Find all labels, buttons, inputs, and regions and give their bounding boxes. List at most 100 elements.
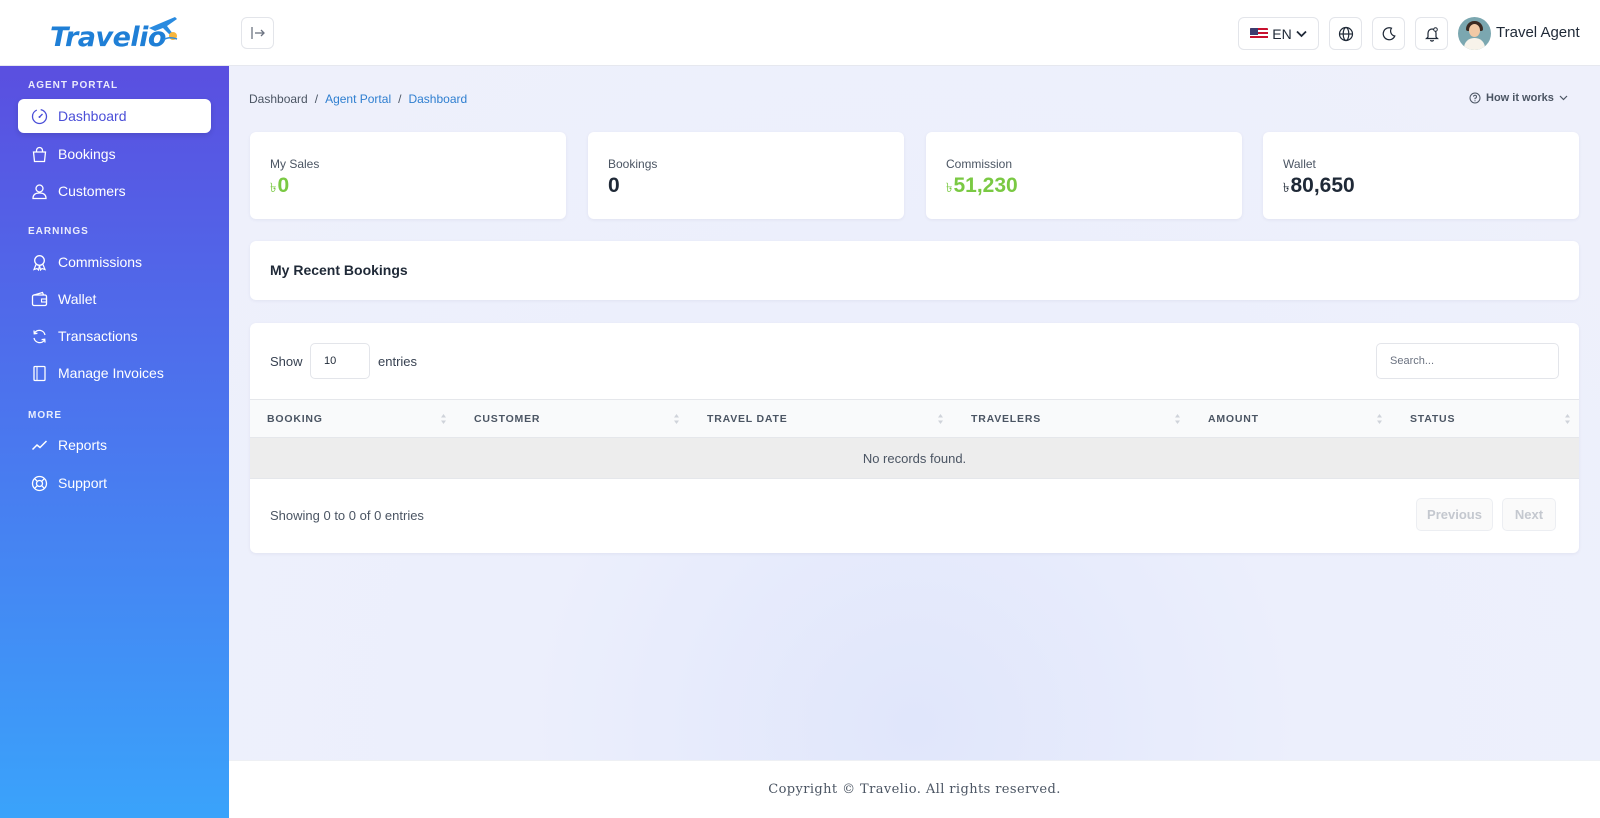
invoice-icon	[33, 365, 46, 381]
stat-card-bookings: Bookings 0	[588, 132, 904, 219]
currency-symbol: ৳	[946, 180, 953, 195]
column-header-travel-date[interactable]: TRAVEL DATE	[707, 400, 788, 437]
sidebar-item-label: Dashboard	[58, 108, 127, 124]
sidebar-item-label: Reports	[58, 437, 108, 453]
language-selector[interactable]: EN	[1238, 17, 1319, 50]
sort-icon[interactable]	[1376, 413, 1383, 425]
shopping-bag-icon	[32, 146, 47, 162]
column-header-booking[interactable]: BOOKING	[267, 400, 323, 437]
sidebar-item-dashboard[interactable]: Dashboard	[18, 99, 211, 133]
recent-bookings-title: My Recent Bookings	[270, 262, 408, 278]
sidebar-item-label: Support	[58, 475, 108, 491]
sort-icon[interactable]	[1174, 413, 1181, 425]
sidebar-section-agent-portal: AGENT PORTAL	[28, 80, 119, 91]
sort-icon[interactable]	[937, 413, 944, 425]
breadcrumb-separator: /	[314, 92, 319, 106]
breadcrumb-item-dashboard[interactable]: Dashboard	[249, 92, 308, 106]
globe-icon	[1338, 26, 1353, 41]
speedometer-icon	[31, 108, 48, 124]
sidebar-collapse-icon	[250, 27, 265, 39]
notifications-button[interactable]	[1415, 17, 1448, 50]
copyright-text: Copyright © Travelio. All rights reserve…	[768, 782, 1061, 797]
how-it-works-toggle[interactable]: How it works	[1469, 92, 1568, 104]
stat-value: ৳ 0	[270, 174, 289, 200]
stat-number: 0	[608, 174, 620, 197]
sidebar-item-label: Transactions	[58, 328, 138, 344]
bell-icon	[1424, 26, 1439, 42]
stat-value: ৳ 80,650	[1283, 174, 1355, 200]
top-header: Travelio EN Travel Agent	[0, 0, 1600, 66]
how-it-works-label: How it works	[1486, 92, 1554, 104]
column-header-amount[interactable]: AMOUNT	[1208, 400, 1259, 437]
stat-number: 0	[277, 174, 290, 197]
breadcrumb-item-current[interactable]: Dashboard	[408, 92, 467, 106]
previous-page-button[interactable]: Previous	[1416, 498, 1493, 531]
sort-icon[interactable]	[673, 413, 680, 425]
help-circle-icon	[1469, 92, 1481, 104]
user-name[interactable]: Travel Agent	[1496, 24, 1580, 41]
sidebar-item-label: Commissions	[58, 254, 143, 270]
sidebar-item-wallet[interactable]: Wallet	[18, 282, 211, 316]
stat-value: ৳ 51,230	[946, 174, 1018, 200]
stat-card-commission: Commission ৳ 51,230	[926, 132, 1242, 219]
sidebar-section-more: MORE	[28, 410, 62, 421]
refresh-icon	[33, 329, 46, 343]
theme-toggle-button[interactable]	[1372, 17, 1405, 50]
currency-symbol: ৳	[270, 180, 277, 195]
trend-line-icon	[31, 439, 48, 450]
sidebar-item-label: Manage Invoices	[58, 365, 164, 381]
stat-card-wallet: Wallet ৳ 80,650	[1263, 132, 1579, 219]
stat-number: 80,650	[1290, 174, 1355, 197]
stat-label: Commission	[946, 157, 1013, 171]
sidebar-section-earnings: EARNINGS	[28, 226, 89, 237]
sidebar-item-manage-invoices[interactable]: Manage Invoices	[18, 356, 211, 390]
stat-number: 51,230	[953, 174, 1018, 197]
sort-icon[interactable]	[440, 413, 447, 425]
table-header: BOOKING CUSTOMER TRAVEL DATE TRAVELERS A…	[250, 399, 1579, 438]
sidebar-item-bookings[interactable]: Bookings	[18, 137, 211, 171]
breadcrumb: Dashboard / Agent Portal / Dashboard	[249, 92, 467, 106]
stat-label: My Sales	[270, 157, 320, 171]
stat-label: Wallet	[1283, 157, 1316, 171]
column-header-status[interactable]: STATUS	[1410, 400, 1455, 437]
sidebar-item-commissions[interactable]: Commissions	[18, 245, 211, 279]
lifebuoy-icon	[31, 475, 48, 491]
bookings-table-card: Show 10 entries BOOKING CUSTOMER TRAVEL …	[250, 323, 1579, 553]
us-flag-icon	[1250, 27, 1269, 40]
sidebar-item-label: Bookings	[58, 146, 116, 162]
airplane-icon	[149, 17, 178, 41]
entries-label: entries	[378, 354, 418, 369]
sidebar-collapse-button[interactable]	[241, 17, 274, 49]
breadcrumb-separator: /	[398, 92, 402, 106]
globe-button[interactable]	[1329, 17, 1362, 50]
entries-per-page-select[interactable]: 10	[310, 343, 370, 379]
sidebar-item-transactions[interactable]: Transactions	[18, 319, 211, 353]
sidebar-item-label: Customers	[58, 183, 126, 199]
award-icon	[32, 254, 47, 271]
table-search-input[interactable]	[1376, 343, 1559, 379]
sort-icon[interactable]	[1564, 413, 1571, 425]
language-code: EN	[1272, 25, 1292, 42]
column-header-travelers[interactable]: TRAVELERS	[971, 400, 1041, 437]
currency-symbol: ৳	[1283, 180, 1290, 195]
sidebar-item-label: Wallet	[58, 291, 97, 307]
sidebar-item-customers[interactable]: Customers	[18, 174, 211, 208]
travelio-logo[interactable]: Travelio	[50, 14, 180, 54]
moon-icon	[1382, 26, 1396, 40]
sidebar-item-support[interactable]: Support	[18, 466, 211, 500]
column-header-customer[interactable]: CUSTOMER	[474, 400, 540, 437]
sidebar-item-reports[interactable]: Reports	[18, 428, 211, 462]
stat-value: 0	[608, 174, 620, 198]
breadcrumb-item-agent-portal[interactable]: Agent Portal	[325, 92, 391, 106]
next-page-button[interactable]: Next	[1502, 498, 1556, 531]
footer: Copyright © Travelio. All rights reserve…	[229, 760, 1600, 818]
pagination-info: Showing 0 to 0 of 0 entries	[270, 508, 424, 523]
chevron-down-icon	[1296, 30, 1307, 37]
user-avatar[interactable]	[1458, 17, 1491, 50]
wallet-icon	[31, 291, 48, 306]
stat-label: Bookings	[608, 157, 658, 171]
show-label: Show	[270, 354, 303, 369]
sidebar: AGENT PORTAL Dashboard Bookings Customer…	[0, 66, 229, 818]
recent-bookings-header: My Recent Bookings	[250, 241, 1579, 300]
table-empty-row: No records found.	[250, 438, 1579, 479]
